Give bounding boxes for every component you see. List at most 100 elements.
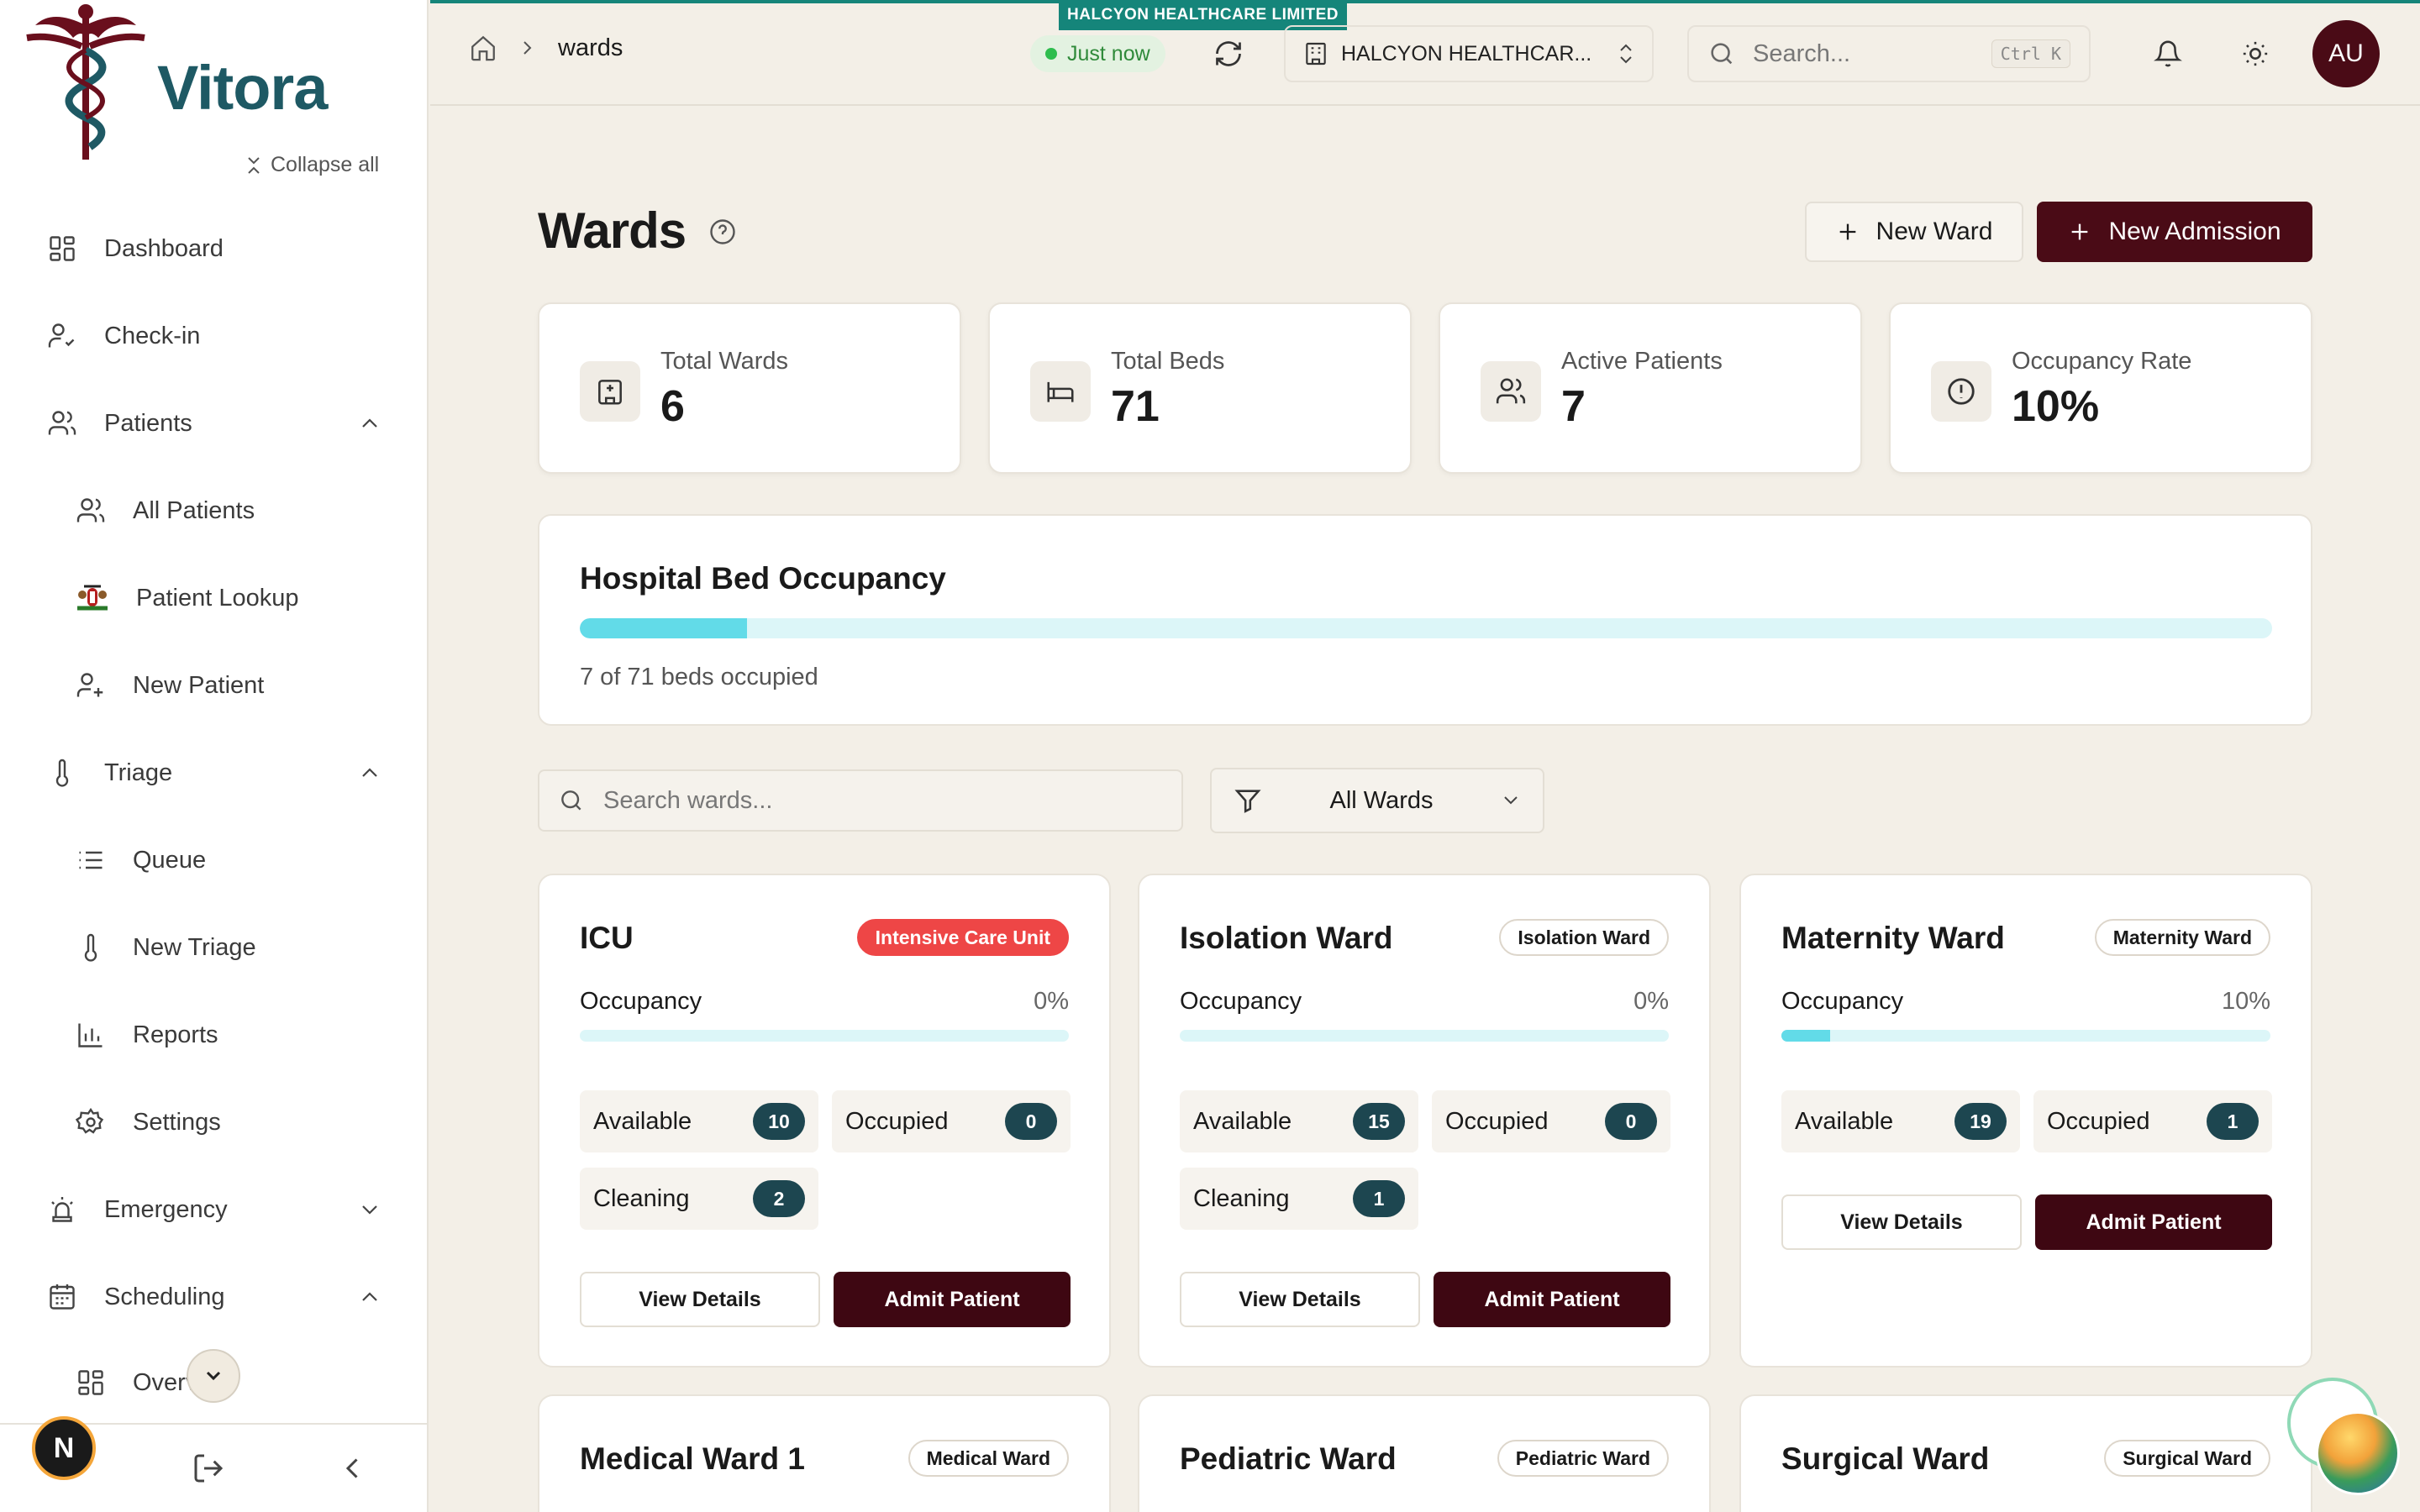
occupancy-label: Occupancy [1180, 988, 1302, 1015]
list-icon [76, 845, 106, 875]
chevron-up-icon[interactable] [360, 1289, 380, 1305]
occupied-label: Occupied [1445, 1107, 1549, 1135]
view-details-button[interactable]: View Details [580, 1272, 820, 1327]
notifications-button[interactable] [2148, 34, 2188, 74]
sidebar-item-all-patients[interactable]: All Patients [76, 486, 255, 536]
refresh-button[interactable] [1210, 35, 1247, 72]
new-admission-button[interactable]: New Admission [2037, 202, 2312, 262]
sidebar-item-new-patient[interactable]: New Patient [76, 660, 264, 711]
ward-type-badge: Isolation Ward [1499, 919, 1669, 956]
ward-name: ICU [580, 921, 634, 955]
search-shortcut: Ctrl K [1991, 39, 2070, 68]
ward-type-badge: Medical Ward [908, 1440, 1069, 1477]
new-admission-label: New Admission [2108, 218, 2281, 245]
stat-card-active-patients: Active Patients 7 [1439, 302, 1862, 474]
siren-icon [47, 1194, 77, 1225]
ward-name: Maternity Ward [1781, 921, 2005, 955]
ward-card-maternity: Maternity Ward Maternity Ward Occupancy … [1739, 874, 2312, 1368]
global-search-input[interactable]: Search... Ctrl K [1687, 25, 2091, 82]
ward-type-badge: Intensive Care Unit [856, 919, 1069, 956]
home-icon[interactable] [469, 34, 497, 62]
stat-label: Occupancy Rate [2012, 348, 2192, 375]
chevron-up-icon[interactable] [360, 415, 380, 432]
organization-select[interactable]: HALCYON HEALTHCAR... [1284, 25, 1654, 82]
stat-value: 6 [660, 382, 685, 431]
stat-label: Total Wards [660, 348, 789, 375]
sidebar-item-label: All Patients [133, 496, 255, 524]
stat-card-occupancy-rate: Occupancy Rate 10% [1889, 302, 2312, 474]
sidebar-item-label: Patients [104, 409, 192, 437]
organization-name: HALCYON HEALTHCAR... [1341, 41, 1592, 66]
collapse-sidebar-icon[interactable] [338, 1453, 368, 1483]
theme-toggle-button[interactable] [2235, 34, 2275, 74]
view-details-button[interactable]: View Details [1781, 1194, 2022, 1250]
floating-widget-avatar[interactable] [2316, 1411, 2400, 1495]
caduceus-logo-icon [26, 4, 145, 160]
occupancy-progress-fill [580, 618, 747, 638]
collapse-all-label: Collapse all [271, 153, 380, 176]
sidebar-item-new-triage[interactable]: New Triage [76, 922, 256, 973]
filter-icon [1234, 786, 1262, 815]
kenya-emblem-icon [76, 583, 109, 613]
plus-icon [2068, 220, 2091, 244]
refresh-icon [1213, 39, 1244, 69]
chevron-up-icon[interactable] [360, 764, 380, 781]
view-details-button[interactable]: View Details [1180, 1272, 1420, 1327]
sidebar-item-queue[interactable]: Queue [76, 835, 206, 885]
occupancy-percent: 0% [1034, 988, 1069, 1015]
sidebar-item-label: New Triage [133, 933, 256, 961]
sidebar-item-reports[interactable]: Reports [76, 1010, 218, 1060]
new-ward-button[interactable]: New Ward [1805, 202, 2023, 262]
ward-search-input[interactable]: Search wards... [538, 769, 1183, 832]
stat-value: 10% [2012, 382, 2100, 431]
sync-status-badge: Just now [1030, 35, 1165, 72]
available-label: Available [1193, 1107, 1292, 1135]
sidebar-item-check-in[interactable]: Check-in [47, 311, 200, 361]
gear-icon [76, 1107, 106, 1137]
collapse-all-button[interactable]: Collapse all [245, 153, 379, 177]
stat-card-total-beds: Total Beds 71 [988, 302, 1412, 474]
stat-card-total-wards: Total Wards 6 [538, 302, 961, 474]
sidebar-item-patients[interactable]: Patients [47, 398, 192, 449]
ward-card-isolation: Isolation Ward Isolation Ward Occupancy … [1138, 874, 1711, 1368]
sidebar-item-label: Queue [133, 846, 207, 874]
available-beds: Available 10 [580, 1090, 818, 1152]
thermometer-icon [76, 932, 106, 963]
bed-icon [1030, 361, 1091, 422]
logo-text: Vitora [157, 53, 328, 123]
ward-type-select[interactable]: All Wards [1210, 768, 1544, 833]
sidebar-item-dashboard[interactable]: Dashboard [47, 223, 224, 274]
available-label: Available [1795, 1107, 1894, 1135]
chevron-down-icon[interactable] [360, 1201, 380, 1218]
ward-type-selected: All Wards [1329, 786, 1434, 814]
sidebar-item-settings[interactable]: Settings [76, 1097, 221, 1147]
collapse-icon [245, 156, 262, 175]
sidebar-item-emergency[interactable]: Emergency [47, 1184, 228, 1235]
cleaning-label: Cleaning [593, 1184, 690, 1212]
occupied-count: 0 [1005, 1103, 1057, 1140]
help-circle-icon[interactable] [708, 217, 738, 247]
page-title: Wards [538, 202, 687, 259]
occupancy-label: Occupancy [1781, 988, 1904, 1015]
logout-icon[interactable] [192, 1452, 225, 1485]
user-avatar[interactable]: AU [2312, 20, 2380, 87]
admit-patient-button[interactable]: Admit Patient [2035, 1194, 2272, 1250]
sync-status-label: Just now [1067, 41, 1150, 66]
users-icon [47, 408, 77, 438]
sidebar-item-label: Patient Lookup [136, 584, 299, 612]
search-placeholder: Search... [1753, 39, 1851, 67]
admit-patient-button[interactable]: Admit Patient [834, 1272, 1071, 1327]
cleaning-count: 2 [753, 1180, 805, 1217]
app-logo[interactable]: Vitora [18, 0, 338, 168]
sidebar-item-patient-lookup[interactable]: Patient Lookup [76, 573, 298, 623]
status-dot-icon [1045, 48, 1057, 60]
occupied-beds: Occupied 0 [832, 1090, 1071, 1152]
sidebar-scroll-down-button[interactable] [187, 1349, 240, 1403]
sidebar-item-triage[interactable]: Triage [47, 748, 172, 798]
available-count: 10 [753, 1103, 805, 1140]
stat-label: Total Beds [1111, 348, 1225, 375]
user-avatar-small[interactable]: N [32, 1416, 96, 1480]
occupancy-label: Occupancy [580, 988, 702, 1015]
sidebar-item-scheduling[interactable]: Scheduling [47, 1272, 225, 1322]
admit-patient-button[interactable]: Admit Patient [1434, 1272, 1670, 1327]
